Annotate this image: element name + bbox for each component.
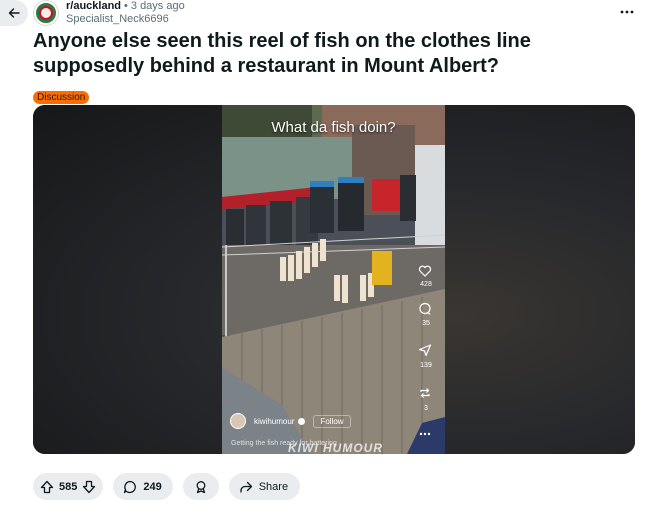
- share-button[interactable]: Share: [228, 473, 301, 500]
- upvote-icon[interactable]: [39, 479, 55, 495]
- post-time: 3 days ago: [130, 0, 185, 12]
- heart-icon[interactable]: [418, 264, 432, 278]
- creator-avatar[interactable]: [230, 413, 246, 429]
- post-author[interactable]: Specialist_Neck6696: [66, 13, 169, 26]
- more-horizontal-video-icon[interactable]: [418, 427, 432, 441]
- likes-count: 428: [420, 281, 432, 288]
- vote-score: 585: [59, 480, 78, 493]
- video-frame-scene: [222, 105, 445, 454]
- comments-count-video: 35: [422, 320, 430, 327]
- send-icon[interactable]: [418, 343, 432, 357]
- comments-button[interactable]: 249: [113, 473, 173, 500]
- creator-row: kiwihumour Follow: [230, 412, 351, 430]
- follow-button[interactable]: Follow: [313, 414, 351, 428]
- share-icon: [240, 481, 252, 493]
- video-watermark: KIWI HUMOUR: [288, 441, 383, 454]
- post-flair[interactable]: Discussion: [33, 91, 90, 104]
- downvote-icon[interactable]: [81, 479, 97, 495]
- meta-separator: •: [124, 0, 128, 12]
- video-player[interactable]: What da fish doin? 428 35 139 3 kiwihumo…: [222, 105, 445, 454]
- shares-count: 139: [420, 362, 432, 369]
- subreddit-logo-icon: [39, 6, 53, 20]
- comment-icon: [124, 480, 137, 493]
- share-label: Share: [258, 480, 289, 493]
- more-options-button[interactable]: [616, 4, 638, 20]
- verified-badge-icon: [298, 417, 306, 425]
- subreddit-name[interactable]: r/auckland: [66, 0, 121, 12]
- video-caption: What da fish doin?: [271, 119, 396, 136]
- post-meta: r/auckland • 3 days ago: [66, 0, 185, 13]
- post-action-bar: 585 249 Share: [33, 473, 310, 500]
- post-title: Anyone else seen this reel of fish on th…: [33, 30, 531, 77]
- creator-name[interactable]: kiwihumour: [254, 417, 294, 426]
- reposts-count: 3: [424, 405, 428, 412]
- comments-count: 249: [143, 480, 162, 493]
- comment-bubble-icon[interactable]: [418, 302, 432, 316]
- repost-icon[interactable]: [418, 386, 432, 400]
- vote-control: 585: [33, 473, 104, 500]
- post-media[interactable]: What da fish doin? 428 35 139 3 kiwihumo…: [33, 105, 635, 454]
- award-button[interactable]: [182, 473, 219, 500]
- subreddit-avatar[interactable]: [34, 1, 58, 25]
- award-icon: [196, 480, 206, 493]
- arrow-left-icon: [8, 8, 20, 18]
- back-button[interactable]: [0, 0, 28, 26]
- more-horizontal-icon: [620, 10, 634, 14]
